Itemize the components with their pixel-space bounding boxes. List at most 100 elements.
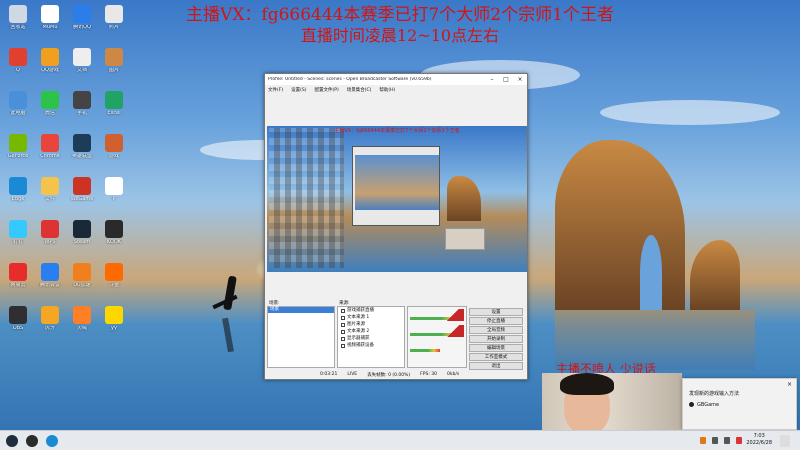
ime-icon[interactable] [736,437,742,444]
desktop-icon[interactable]: QQ游戏 [34,45,66,85]
menu-scene-collection[interactable]: 场景集合(C) [347,87,372,93]
source-item[interactable]: 游戏捕获直播 [338,307,404,314]
audio-meter-aux [410,349,440,352]
obs-taskbar-icon[interactable] [26,435,38,447]
volume-slider-desktop[interactable] [442,309,464,321]
checkbox-icon[interactable] [341,343,345,348]
menu-help[interactable]: 帮助(H) [379,87,395,93]
desktop-icon[interactable]: 腾讯会议 [34,260,66,300]
desktop-icon[interactable]: Edge [2,174,34,214]
preview-canvas: 主播VX：fg666444本赛季已打7个大师2个宗师1个王者 [267,126,527,272]
desktop-icon[interactable]: Steam [66,217,98,257]
app-icon [689,402,694,407]
desktop-icon[interactable]: 虎牙 [34,303,66,343]
studio-mode-button[interactable]: 工作室模式 [469,353,523,361]
volume-slider-mic[interactable] [442,325,464,337]
desktop-icon[interactable]: WPS [34,217,66,257]
desktop-icon-label: 图片 [108,68,119,73]
notifications-icon[interactable] [780,435,790,447]
desktop-icon[interactable]: 文件 [34,174,66,214]
scenes-list[interactable]: 场景: 场景 [267,301,335,368]
app-icon [73,48,91,66]
volume-icon[interactable] [724,437,730,444]
desktop-icon[interactable]: 微信 [34,88,66,128]
desktop-icon[interactable]: KOOK [98,217,130,257]
minimize-button[interactable]: – [485,74,499,85]
desktop-icon[interactable]: Excel [98,88,130,128]
desktop-icon-label: 文件 [44,197,55,202]
desktop-icon-label: WeGame [70,197,94,202]
desktop-icon[interactable]: P [98,174,130,214]
close-button[interactable]: × [513,74,527,85]
source-item[interactable]: 视频捕获设备 [338,342,404,349]
exit-button[interactable]: 退出 [469,362,523,370]
app-icon [73,91,91,109]
taskbar: 7:03 2022/6/28 [0,430,800,450]
taskbar-clock[interactable]: 7:03 2022/6/28 [746,433,772,447]
desktop-icon[interactable]: Chrome [34,131,66,171]
arch-opening [640,235,662,310]
checkbox-icon[interactable] [341,322,345,327]
desktop-icon[interactable]: 手机 [66,88,98,128]
source-item[interactable]: 图片来源 [338,321,404,328]
obs-statusbar: 0:03:21 LIVE 丢失帧数: 0 (0.00%) FPS: 30 0kb… [265,370,527,379]
checkbox-icon[interactable] [341,336,345,341]
obs-titlebar[interactable]: Profile: Untitled - Scenes: scenes - Ope… [265,74,527,85]
edge-taskbar-icon[interactable] [46,435,58,447]
start-icon[interactable] [6,435,18,447]
source-item[interactable]: 文本来源 2 [338,328,404,335]
desktop-icon[interactable]: 图片 [98,45,130,85]
desktop-icon[interactable]: UU加速 [66,260,98,300]
notification-toast[interactable]: × 发现新的游戏输入方法 GBGame [682,378,797,430]
app-icon [41,306,59,324]
desktop-icon-label: WPS [44,240,56,245]
sources-list[interactable]: 来源: 游戏捕获直播 文本来源 1 图片来源 文本来源 2 显示器捕获 视频捕获… [337,301,405,368]
stop-stream-button[interactable]: 停止直播 [469,317,523,325]
desktop-icon-label: QQ游戏 [41,68,59,73]
desktop-icon-label: Edge [11,197,25,202]
obs-window[interactable]: Profile: Untitled - Scenes: scenes - Ope… [264,73,528,380]
app-icon [73,263,91,281]
desktop-icon[interactable]: 网易云 [2,260,34,300]
menu-settings[interactable]: 设置(S) [291,87,306,93]
notification-title: 发现新的游戏输入方法 [689,391,740,397]
desktop-icon[interactable]: yy [98,303,130,343]
close-icon[interactable]: × [787,381,792,388]
desktop-icon-label: 网易云 [10,283,26,288]
desktop-icon-label: OBS [12,326,24,331]
desktop-icon[interactable]: OBS [2,303,34,343]
desktop-icon[interactable]: 火绒 [66,303,98,343]
settings-button[interactable]: 设置 [469,308,523,316]
menu-profile[interactable]: 配置文件(P) [314,87,338,93]
checkbox-icon[interactable] [341,308,345,313]
maximize-button[interactable]: □ [499,74,513,85]
scene-item[interactable]: 场景 [268,307,334,313]
menu-file[interactable]: 文件(F) [268,87,283,93]
desktop-icon[interactable]: WeGame [66,174,98,214]
network-icon[interactable] [712,437,718,444]
start-recording-button[interactable]: 开始录制 [469,335,523,343]
source-item[interactable]: 文本来源 1 [338,314,404,321]
desktop-icon[interactable]: 此电脑 [2,88,34,128]
checkbox-icon[interactable] [341,329,345,334]
bitrate-readout: 0kb/s [447,372,460,377]
source-item[interactable]: 显示器捕获 [338,335,404,342]
edit-scene-button[interactable]: 编辑场景 [469,344,523,352]
preview-nested-window [352,146,440,226]
desktop-icon[interactable]: 斗鱼 [98,260,130,300]
global-audio-button[interactable]: 全局音频 [469,326,523,334]
desktop-icon[interactable]: 文档 [66,45,98,85]
desktop-icon[interactable]: 游戏 [98,131,130,171]
desktop-icon[interactable]: GeForce [2,131,34,171]
audio-mixer [407,306,467,368]
desktop-icon[interactable]: 钉钉 [2,217,34,257]
app-icon [9,306,27,324]
checkbox-icon[interactable] [341,315,345,320]
desktop-icon[interactable]: 英雄联盟 [66,131,98,171]
tray-app-icon[interactable] [700,437,706,444]
desktop-icon-label: 游戏 [108,154,119,159]
notification-app: GBGame [697,402,720,408]
desktop-icon-label: 虎牙 [44,326,55,331]
app-icon [41,177,59,195]
desktop-icon[interactable]: Q [2,45,34,85]
